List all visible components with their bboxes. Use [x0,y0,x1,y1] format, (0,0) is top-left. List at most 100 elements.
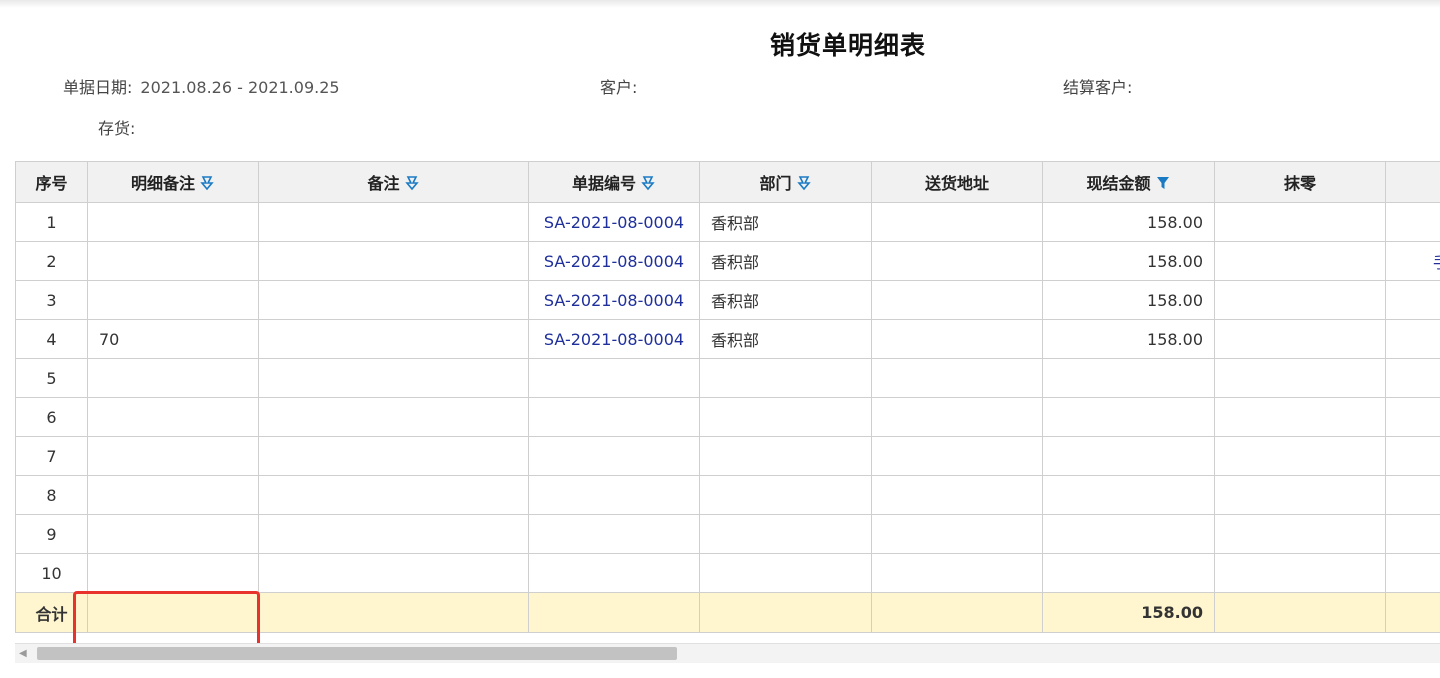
top-divider [0,0,1440,8]
cell-doc-no-link[interactable] [528,436,700,476]
table-row[interactable]: 7 [15,436,1440,476]
cell-doc-no-link[interactable]: SA-2021-08-0004 [528,319,700,359]
cell-detail-note[interactable] [87,202,259,242]
scroll-left-icon[interactable]: ◀ [19,648,27,659]
col-header-address[interactable]: 送货地址 [871,161,1043,203]
cell-rounding [1214,358,1386,398]
cell-no: 3 [15,280,88,320]
sort-pin-icon[interactable] [404,175,420,191]
cell-detail-note[interactable] [87,397,259,437]
cell-note[interactable] [258,397,529,437]
cell-extra-link[interactable]: 刘 [1385,202,1440,242]
cell-note[interactable] [258,280,529,320]
cell-detail-note[interactable] [87,280,259,320]
cell-detail-note[interactable] [87,241,259,281]
total-doc-no [528,592,700,633]
cell-extra-link[interactable]: 刘 [1385,280,1440,320]
cell-no: 10 [15,553,88,593]
cell-note[interactable] [258,358,529,398]
cell-cash-amount: 158.00 [1042,202,1215,242]
cell-extra-link[interactable]: 刘 [1385,319,1440,359]
cell-cash-amount: 158.00 [1042,241,1215,281]
detail-grid: 序号 明细备注 备注 单据编号 部门 送货地址 现结金额 抹零 1 SA-202… [15,161,1440,643]
sort-pin-icon[interactable] [796,175,812,191]
cell-detail-note[interactable] [87,475,259,515]
horizontal-scrollbar[interactable]: ◀ [15,643,1440,663]
col-header-rounding[interactable]: 抹零 [1214,161,1386,203]
table-row[interactable]: 8 [15,475,1440,515]
table-row[interactable]: 3 SA-2021-08-0004 香积部 158.00 刘 [15,280,1440,320]
cell-extra-link[interactable]: 手工 [1385,241,1440,281]
header-row: 序号 明细备注 备注 单据编号 部门 送货地址 现结金额 抹零 [15,161,1440,203]
settle-customer-label: 结算客户: [1063,78,1133,97]
cell-extra-link[interactable] [1385,397,1440,437]
table-row[interactable]: 5 [15,358,1440,398]
col-header-extra[interactable] [1385,161,1440,203]
cell-rounding [1214,280,1386,320]
cell-note[interactable] [258,514,529,554]
col-header-no[interactable]: 序号 [15,161,88,203]
cell-doc-no-link[interactable]: SA-2021-08-0004 [528,280,700,320]
table-row[interactable]: 2 SA-2021-08-0004 香积部 158.00 手工 [15,241,1440,281]
cell-rounding [1214,553,1386,593]
sort-pin-icon[interactable] [199,175,215,191]
date-label: 单据日期: [63,78,133,97]
cell-rounding [1214,319,1386,359]
cell-rounding [1214,475,1386,515]
col-header-dept[interactable]: 部门 [699,161,872,203]
cell-doc-no-link[interactable] [528,397,700,437]
cell-extra-link[interactable] [1385,475,1440,515]
cell-extra-link[interactable] [1385,358,1440,398]
cell-dept [699,475,872,515]
cell-note[interactable] [258,475,529,515]
settle-customer-filter: 结算客户: [1063,74,1132,98]
cell-no: 5 [15,358,88,398]
col-header-note[interactable]: 备注 [258,161,529,203]
total-address [871,592,1043,633]
col-header-detail-note[interactable]: 明细备注 [87,161,259,203]
cell-address [871,319,1043,359]
cell-doc-no-link[interactable]: SA-2021-08-0004 [528,241,700,281]
table-row[interactable]: 9 [15,514,1440,554]
cell-detail-note[interactable] [87,553,259,593]
cell-dept [699,436,872,476]
cell-extra-link[interactable] [1385,436,1440,476]
filter-icon[interactable] [1155,175,1171,191]
cell-note[interactable] [258,553,529,593]
cell-doc-no-link[interactable] [528,475,700,515]
cell-address [871,358,1043,398]
cell-detail-note[interactable]: 70 [87,319,259,359]
cell-address [871,553,1043,593]
cell-detail-note[interactable] [87,358,259,398]
cell-extra-link[interactable] [1385,553,1440,593]
cell-note[interactable] [258,241,529,281]
col-header-cash-amount[interactable]: 现结金额 [1042,161,1215,203]
scrollbar-thumb[interactable] [37,647,677,660]
cell-cash-amount [1042,397,1215,437]
table-row[interactable]: 6 [15,397,1440,437]
cell-dept: 香积部 [699,202,872,242]
cell-detail-note[interactable] [87,436,259,476]
cell-doc-no-link[interactable] [528,553,700,593]
table-row[interactable]: 10 [15,553,1440,593]
cell-no: 6 [15,397,88,437]
cell-doc-no-link[interactable]: SA-2021-08-0004 [528,202,700,242]
cell-note[interactable] [258,319,529,359]
cell-detail-note[interactable] [87,514,259,554]
cell-extra-link[interactable] [1385,514,1440,554]
cell-dept: 香积部 [699,241,872,281]
cell-doc-no-link[interactable] [528,358,700,398]
sort-pin-icon[interactable] [640,175,656,191]
col-header-doc-no[interactable]: 单据编号 [528,161,700,203]
cell-cash-amount: 158.00 [1042,319,1215,359]
cell-no: 8 [15,475,88,515]
date-value: 2021.08.26 - 2021.09.25 [140,78,340,97]
cell-note[interactable] [258,436,529,476]
table-row[interactable]: 4 70 SA-2021-08-0004 香积部 158.00 刘 [15,319,1440,359]
total-dept [699,592,872,633]
cell-address [871,397,1043,437]
table-row[interactable]: 1 SA-2021-08-0004 香积部 158.00 刘 [15,202,1440,242]
cell-address [871,514,1043,554]
cell-note[interactable] [258,202,529,242]
cell-doc-no-link[interactable] [528,514,700,554]
